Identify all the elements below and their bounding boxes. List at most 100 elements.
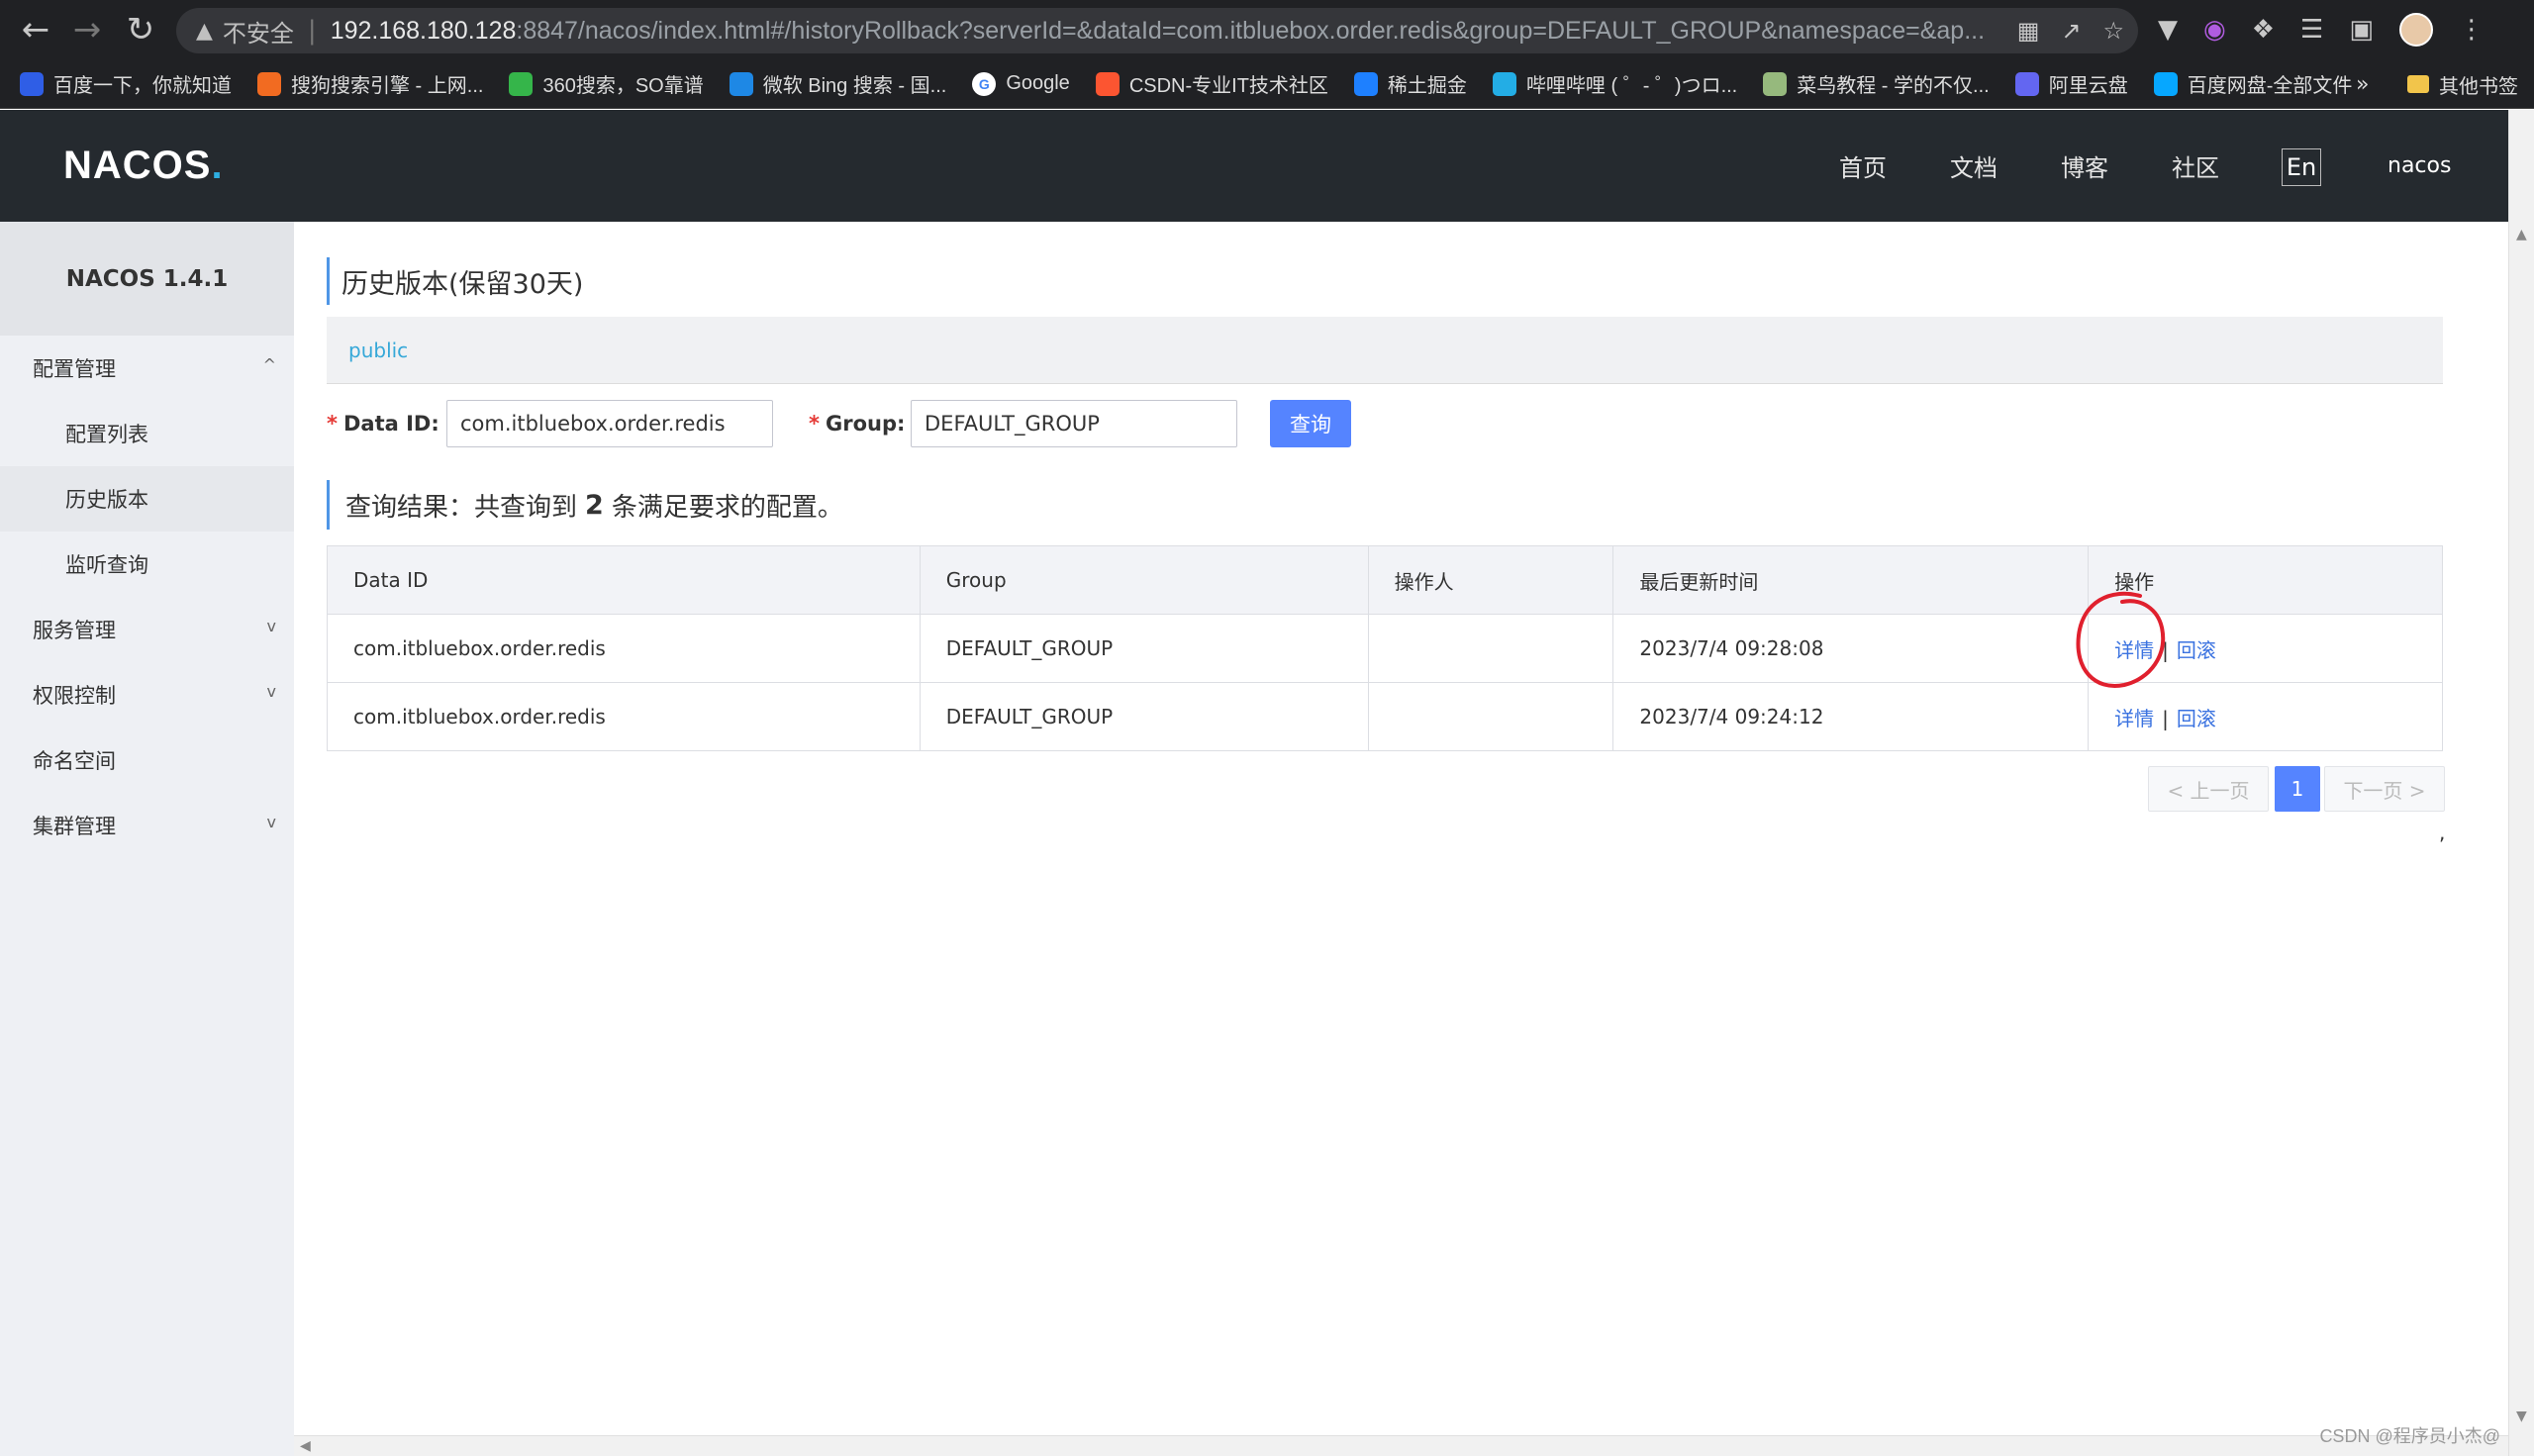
- bookmark-item[interactable]: 百度一下，你就知道: [20, 69, 232, 98]
- sidebar-item-listener-query[interactable]: 监听查询: [0, 532, 294, 597]
- chevron-down-icon: v: [266, 682, 276, 701]
- sidebar-item-service-management[interactable]: 服务管理 v: [0, 597, 294, 662]
- juejin-icon: [1353, 71, 1378, 96]
- bookmark-item[interactable]: 菜鸟教程 - 学的不仅...: [1763, 69, 1990, 98]
- translate-icon[interactable]: ▦: [2017, 17, 2040, 45]
- detail-link[interactable]: 详情: [2114, 707, 2154, 730]
- sidebar-item-label: 集群管理: [33, 815, 116, 838]
- dataid-label-text: Data ID:: [342, 412, 439, 436]
- app-header: NACOS. 首页 文档 博客 社区 En nacos: [0, 110, 2508, 222]
- sidebar-item-access-control[interactable]: 权限控制 v: [0, 662, 294, 728]
- bookmark-label: 搜狗搜索引擎 - 上网...: [291, 75, 484, 97]
- next-page-button[interactable]: 下一页 >: [2324, 766, 2445, 812]
- scroll-up-icon[interactable]: ▲: [2516, 227, 2527, 243]
- bookmark-item[interactable]: 搜狗搜索引擎 - 上网...: [257, 69, 483, 98]
- bookmark-label: 稀土掘金: [1387, 75, 1467, 97]
- sidebar-item-cluster-management[interactable]: 集群管理 v: [0, 793, 294, 858]
- horizontal-scrollbar[interactable]: ◀: [294, 1435, 2508, 1456]
- side-panel-icon[interactable]: ▣: [2349, 15, 2374, 45]
- aliyun-drive-icon: [2014, 71, 2039, 96]
- sidebar-item-config-list[interactable]: 配置列表: [0, 401, 294, 466]
- bookmarks-more-button[interactable]: »: [2356, 59, 2369, 109]
- forward-icon[interactable]: →: [61, 0, 113, 59]
- folder-icon: [2407, 75, 2429, 93]
- sidebar-item-history-versions[interactable]: 历史版本: [0, 466, 294, 532]
- annotation-circle: [2076, 591, 2166, 688]
- group-input[interactable]: [911, 400, 1237, 447]
- address-bar[interactable]: ▲ 不安全 | 192.168.180.128:8847/nacos/index…: [176, 8, 2138, 53]
- scroll-left-icon[interactable]: ◀: [300, 1438, 311, 1454]
- 360-icon: [509, 71, 534, 96]
- rollback-link[interactable]: 回滚: [2177, 638, 2216, 662]
- other-bookmarks-folder[interactable]: 其他书签: [2407, 59, 2518, 109]
- bookmark-item[interactable]: 微软 Bing 搜索 - 国...: [729, 69, 946, 98]
- prev-page-button[interactable]: < 上一页: [2148, 766, 2269, 812]
- extensions-puzzle-icon[interactable]: ❖: [2252, 15, 2275, 45]
- bookmark-label: 哔哩哔哩 ( ゜- ゜)つロ...: [1525, 75, 1738, 97]
- nav-home[interactable]: 首页: [1839, 110, 1887, 222]
- media-control-icon[interactable]: ☰: [2300, 15, 2323, 45]
- column-header-operator: 操作人: [1367, 545, 1614, 615]
- bookmark-item[interactable]: CSDN-专业IT技术社区: [1095, 69, 1328, 98]
- runoob-icon: [1763, 71, 1788, 96]
- query-result-summary: 查询结果：共查询到 2 条满足要求的配置。: [327, 480, 843, 530]
- bookmark-label: 菜鸟教程 - 学的不仅...: [1797, 75, 1990, 97]
- rollback-link[interactable]: 回滚: [2177, 707, 2216, 730]
- baidu-pan-icon: [2153, 71, 2178, 96]
- bookmark-item[interactable]: 哔哩哔哩 ( ゜- ゜)つロ...: [1492, 69, 1738, 98]
- query-button[interactable]: 查询: [1270, 400, 1351, 447]
- page-1-button[interactable]: 1: [2275, 766, 2320, 812]
- namespace-tab-public[interactable]: public: [348, 339, 408, 362]
- url-path: :8847/nacos/index.html#/historyRollback?…: [516, 16, 1986, 45]
- cell-dataid: com.itbluebox.order.redis: [327, 682, 921, 751]
- bookmarks-bar: 百度一下，你就知道 搜狗搜索引擎 - 上网... 360搜索，SO靠谱 微软 Bing…: [0, 59, 2534, 109]
- language-switch-button[interactable]: En: [2282, 148, 2321, 186]
- page-title: 历史版本(保留30天): [327, 257, 583, 305]
- dataid-label: * Data ID:: [327, 400, 439, 447]
- vuetools-extension-icon[interactable]: ▼: [2158, 15, 2178, 45]
- share-icon[interactable]: ↗: [2061, 17, 2081, 45]
- bookmark-item[interactable]: 稀土掘金: [1353, 69, 1467, 98]
- browser-menu-icon[interactable]: ⋮: [2459, 15, 2485, 45]
- bookmark-item[interactable]: G Google: [972, 71, 1070, 96]
- scroll-down-icon[interactable]: ▼: [2516, 1408, 2527, 1424]
- profile-avatar[interactable]: [2398, 13, 2433, 47]
- insecure-label: 不安全: [222, 20, 294, 48]
- namespace-bar: public: [327, 317, 2443, 384]
- sidebar-item-label: 配置管理: [33, 357, 116, 381]
- required-mark: *: [809, 412, 820, 436]
- sidebar-item-namespace[interactable]: 命名空间: [0, 728, 294, 793]
- star-icon[interactable]: ☆: [2102, 17, 2124, 45]
- cell-operator: [1367, 614, 1614, 683]
- back-icon[interactable]: ←: [10, 0, 61, 59]
- sidebar-item-config-management[interactable]: 配置管理 ^: [0, 336, 294, 401]
- column-header-dataid: Data ID: [327, 545, 921, 615]
- result-prefix: 查询结果：共查询到: [345, 492, 578, 523]
- warning-icon: ▲: [196, 18, 213, 44]
- bing-icon: [729, 71, 753, 96]
- chevron-down-icon: v: [266, 813, 276, 831]
- sidebar-item-label: 命名空间: [33, 749, 116, 773]
- url-text[interactable]: 192.168.180.128:8847/nacos/index.html#/h…: [331, 17, 1985, 46]
- sidebar: NACOS 1.4.1 配置管理 ^ 配置列表 历史版本 监听查询 服务管理 v…: [0, 222, 294, 1456]
- nacos-logo[interactable]: NACOS.: [63, 144, 224, 188]
- bookmark-item[interactable]: 百度网盘-全部文件: [2153, 69, 2352, 98]
- nav-blog[interactable]: 博客: [2061, 110, 2108, 222]
- result-count: 2: [585, 489, 604, 521]
- sidebar-item-label: 配置列表: [65, 423, 148, 446]
- bookmark-label: 阿里云盘: [2048, 75, 2128, 97]
- dataid-input[interactable]: [446, 400, 773, 447]
- nav-docs[interactable]: 文档: [1950, 110, 1998, 222]
- reload-icon[interactable]: ↻: [115, 0, 166, 59]
- bookmark-item[interactable]: 360搜索，SO靠谱: [509, 69, 704, 98]
- sidebar-item-label: 服务管理: [33, 619, 116, 642]
- user-menu[interactable]: nacos: [2388, 110, 2451, 222]
- result-suffix: 条满足要求的配置。: [611, 492, 843, 523]
- bookmark-item[interactable]: 阿里云盘: [2014, 69, 2128, 98]
- group-label: * Group:: [809, 400, 905, 447]
- nav-community[interactable]: 社区: [2172, 110, 2219, 222]
- cell-updated: 2023/7/4 09:24:12: [1612, 682, 2090, 751]
- logo-dot: .: [211, 144, 224, 187]
- extension-globe-icon[interactable]: ◉: [2203, 15, 2226, 45]
- vertical-scrollbar[interactable]: ▲ ▼: [2508, 110, 2534, 1456]
